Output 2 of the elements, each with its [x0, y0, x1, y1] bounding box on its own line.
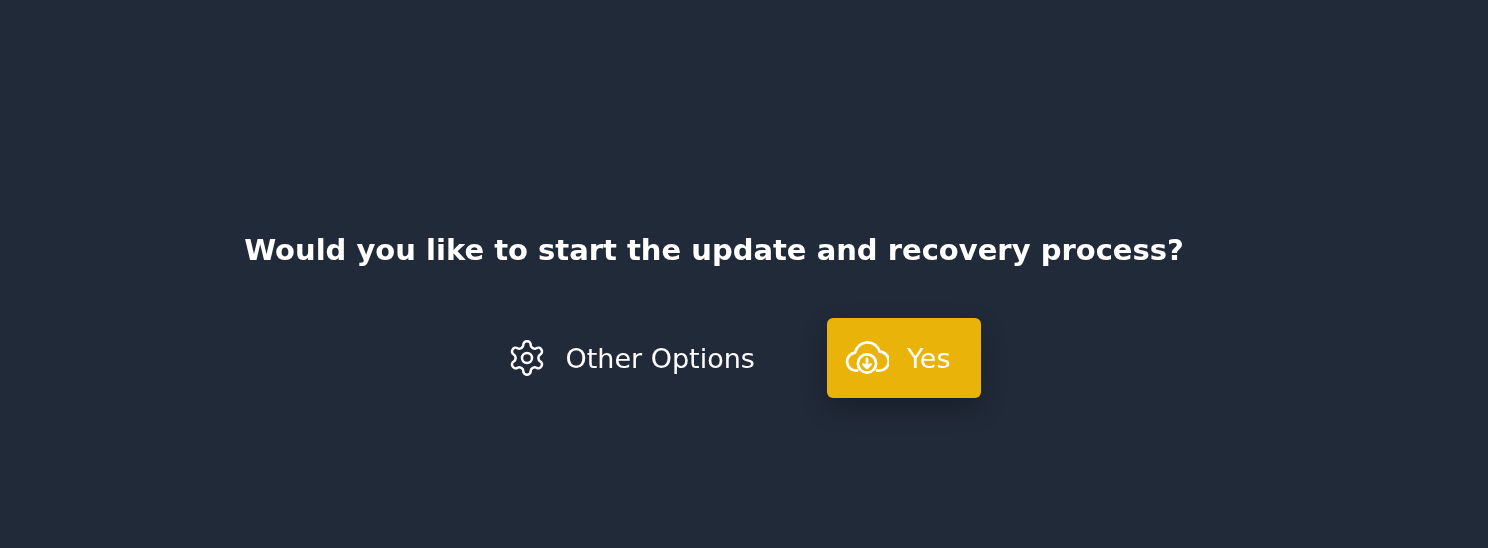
question-heading: Would you like to start the update and recovery process?	[244, 232, 1184, 269]
options-button[interactable]: Other Options	[507, 338, 755, 378]
